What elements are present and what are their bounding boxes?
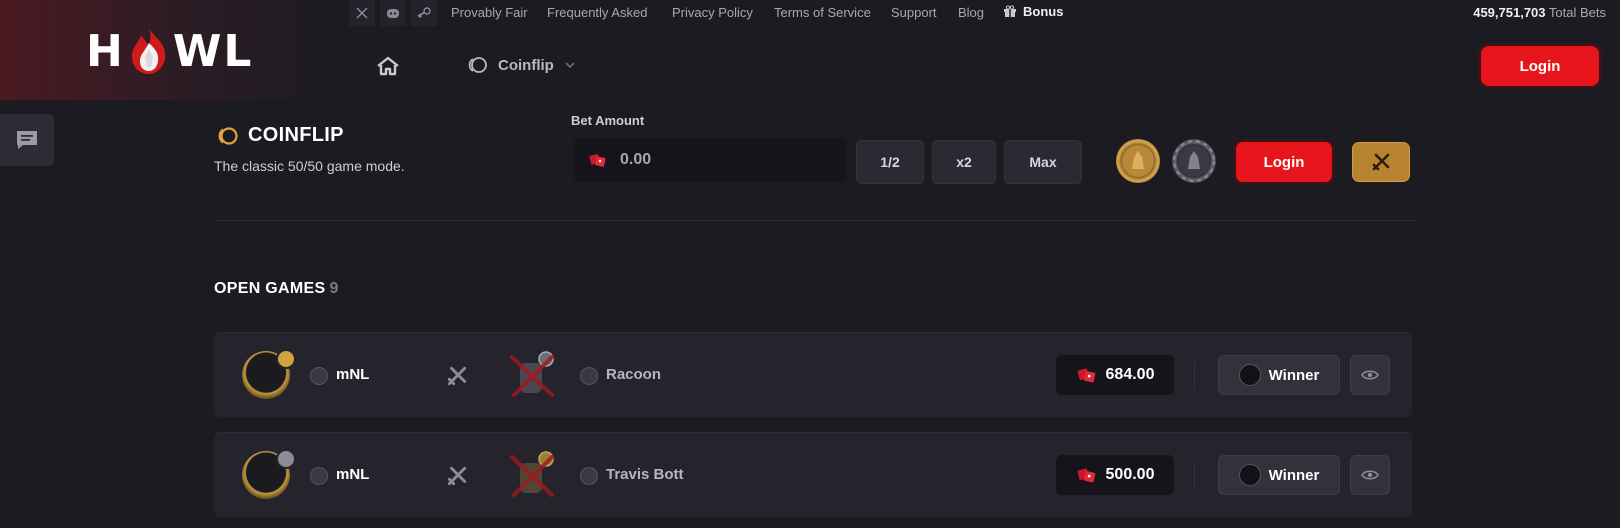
double-bet-button[interactable]: x2 bbox=[932, 140, 996, 184]
flame-wolf-icon bbox=[131, 29, 166, 74]
silver-coin-icon bbox=[1173, 140, 1215, 182]
bet-login-button[interactable]: Login bbox=[1236, 142, 1332, 182]
winner-label: Winner bbox=[1268, 466, 1320, 484]
max-bet-button[interactable]: Max bbox=[1004, 140, 1082, 184]
level-badge bbox=[580, 467, 598, 485]
winner-button[interactable]: Winner bbox=[1218, 355, 1340, 395]
game-row: mNL Racoon 684.00 Winner bbox=[214, 332, 1412, 417]
link-blog[interactable]: Blog bbox=[958, 5, 984, 20]
winner-avatar bbox=[1238, 364, 1261, 386]
bet-amount-value: 500.00 bbox=[1105, 466, 1155, 483]
bot-slot-icon bbox=[510, 451, 554, 497]
create-game-swords-button[interactable] bbox=[1352, 142, 1410, 182]
chips-icon bbox=[1076, 468, 1095, 483]
total-bets-label: Total Bets bbox=[1548, 5, 1606, 20]
winner-button[interactable]: Winner bbox=[1218, 455, 1340, 495]
home-icon bbox=[377, 56, 399, 76]
open-games-heading: OPEN GAMES 9 bbox=[214, 280, 339, 298]
page-subtitle: The classic 50/50 game mode. bbox=[214, 158, 405, 174]
bet-amount-input[interactable] bbox=[618, 150, 822, 170]
open-games-label: OPEN GAMES bbox=[214, 280, 326, 297]
swords-icon bbox=[447, 466, 467, 486]
silver-side-badge bbox=[276, 449, 296, 469]
home-button[interactable] bbox=[376, 56, 400, 81]
steam-icon[interactable] bbox=[411, 0, 437, 26]
coinflip-icon bbox=[468, 57, 487, 73]
player-name[interactable]: mNL bbox=[336, 466, 369, 483]
opponent-name[interactable]: Travis Bott bbox=[606, 466, 684, 483]
eye-icon bbox=[1361, 370, 1379, 380]
chat-toggle-button[interactable] bbox=[0, 114, 54, 166]
view-game-button[interactable] bbox=[1350, 455, 1390, 495]
swords-icon bbox=[1372, 153, 1390, 171]
bonus-label: Bonus bbox=[1023, 4, 1064, 19]
header-login-button[interactable]: Login bbox=[1481, 46, 1599, 86]
section-divider bbox=[214, 220, 1414, 221]
game-row: mNL Travis Bott 500.00 Winner bbox=[214, 432, 1412, 517]
bet-amount: 500.00 bbox=[1056, 455, 1174, 495]
bet-amount-label: Bet Amount bbox=[571, 113, 645, 128]
logo-letter-h: H bbox=[86, 25, 125, 77]
half-bet-button[interactable]: 1/2 bbox=[856, 140, 924, 184]
gold-side-badge bbox=[276, 349, 296, 369]
link-provably-fair[interactable]: Provably Fair bbox=[451, 5, 528, 20]
chips-icon bbox=[1076, 368, 1095, 383]
winner-label: Winner bbox=[1268, 366, 1320, 384]
swords-icon bbox=[447, 366, 467, 386]
howl-logo[interactable]: H WL bbox=[86, 25, 254, 77]
link-privacy[interactable]: Privacy Policy bbox=[672, 5, 753, 20]
total-bets: 459,751,703 Total Bets bbox=[1473, 5, 1606, 20]
coin-side-gold[interactable] bbox=[1116, 139, 1160, 183]
discord-icon[interactable] bbox=[380, 0, 406, 26]
open-games-count: 9 bbox=[329, 280, 339, 297]
link-support[interactable]: Support bbox=[891, 5, 937, 20]
bet-amount-field[interactable] bbox=[574, 138, 846, 182]
level-badge bbox=[580, 367, 598, 385]
bonus-link[interactable]: Bonus bbox=[1003, 4, 1063, 19]
coinflip-title-icon bbox=[218, 126, 238, 145]
bet-amount-value: 684.00 bbox=[1105, 366, 1155, 383]
opponent-name[interactable]: Racoon bbox=[606, 366, 661, 383]
row-divider bbox=[1194, 361, 1195, 389]
view-game-button[interactable] bbox=[1350, 355, 1390, 395]
bet-amount: 684.00 bbox=[1056, 355, 1174, 395]
game-selector[interactable]: Coinflip bbox=[466, 56, 576, 74]
player-name[interactable]: mNL bbox=[336, 366, 369, 383]
top-nav: Provably Fair Frequently Asked Privacy P… bbox=[0, 0, 1620, 26]
level-badge bbox=[310, 367, 328, 385]
total-bets-value: 459,751,703 bbox=[1473, 5, 1546, 20]
gift-icon bbox=[1004, 5, 1016, 17]
eye-icon bbox=[1361, 470, 1379, 480]
page-title: COINFLIP bbox=[248, 124, 344, 146]
chat-icon bbox=[17, 131, 37, 149]
game-selector-label: Coinflip bbox=[498, 56, 554, 74]
chips-icon bbox=[589, 154, 606, 167]
bot-slot-icon bbox=[510, 351, 554, 397]
game-title-row: COINFLIP bbox=[214, 124, 344, 147]
winner-avatar bbox=[1238, 464, 1261, 486]
x-icon[interactable] bbox=[349, 0, 375, 26]
row-divider bbox=[1194, 461, 1195, 489]
chevron-down-icon bbox=[565, 62, 575, 69]
logo-letters-wl: WL bbox=[172, 25, 254, 77]
link-terms[interactable]: Terms of Service bbox=[774, 5, 871, 20]
coin-side-silver[interactable] bbox=[1172, 139, 1216, 183]
level-badge bbox=[310, 467, 328, 485]
gold-coin-icon bbox=[1132, 151, 1144, 169]
link-faq[interactable]: Frequently Asked bbox=[547, 5, 647, 20]
